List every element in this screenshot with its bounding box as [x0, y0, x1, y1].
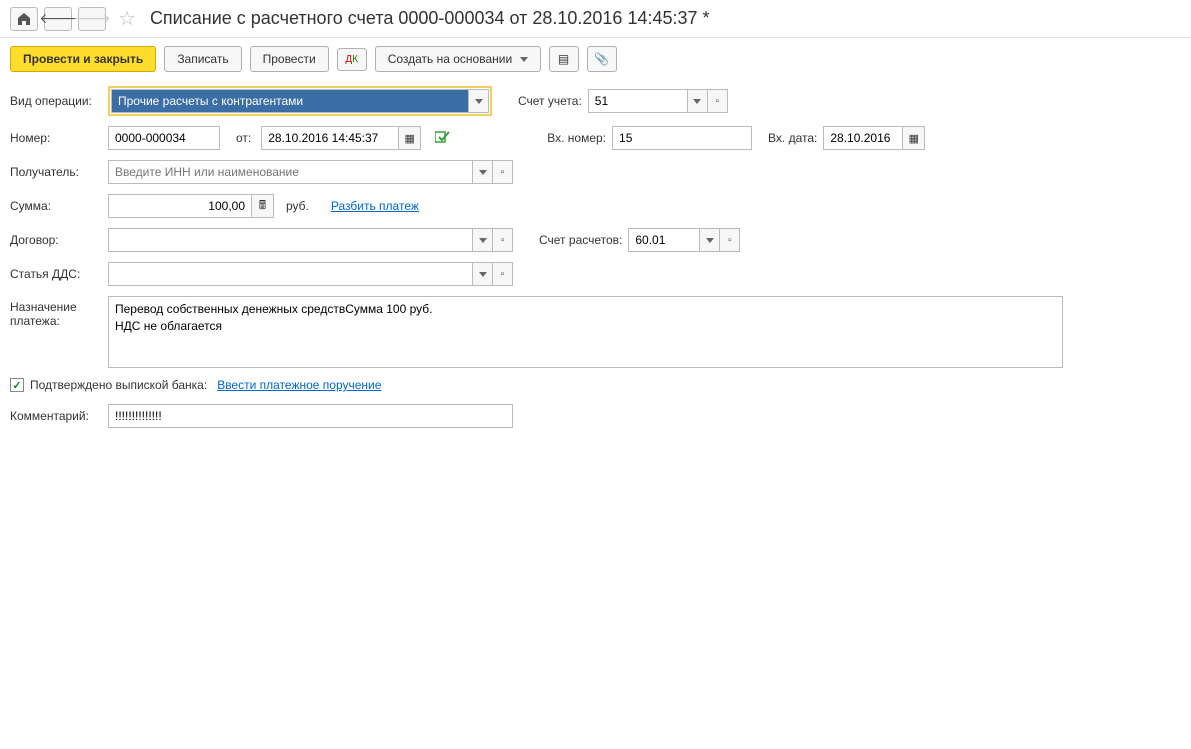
- account-input[interactable]: [588, 89, 688, 113]
- recipient-label: Получатель:: [10, 165, 102, 179]
- settlement-account-label: Счет расчетов:: [539, 233, 622, 247]
- calendar-icon: ▦: [909, 132, 919, 145]
- recipient-input[interactable]: [108, 160, 473, 184]
- operation-type-dropdown[interactable]: [469, 89, 489, 113]
- number-label: Номер:: [10, 131, 102, 145]
- enter-payment-order-link[interactable]: Ввести платежное поручение: [217, 378, 381, 392]
- status-check-icon: [435, 130, 451, 147]
- amount-input[interactable]: [108, 194, 252, 218]
- payment-purpose-textarea[interactable]: [108, 296, 1063, 368]
- recipient-open[interactable]: ▫: [493, 160, 513, 184]
- settlement-account-dropdown[interactable]: [700, 228, 720, 252]
- comment-label: Комментарий:: [10, 409, 102, 423]
- operation-type-label: Вид операции:: [10, 94, 102, 108]
- incoming-date-input[interactable]: [823, 126, 903, 150]
- report-button[interactable]: ▤: [549, 46, 579, 72]
- attachment-button[interactable]: 📎: [587, 46, 617, 72]
- settlement-account-input[interactable]: [628, 228, 700, 252]
- number-input[interactable]: [108, 126, 220, 150]
- dds-article-label: Статья ДДС:: [10, 267, 102, 281]
- account-label: Счет учета:: [518, 94, 582, 108]
- dds-article-dropdown[interactable]: [473, 262, 493, 286]
- incoming-number-label: Вх. номер:: [547, 131, 606, 145]
- recipient-dropdown[interactable]: [473, 160, 493, 184]
- post-and-close-button[interactable]: Провести и закрыть: [10, 46, 156, 72]
- dtkt-icon: ДК: [345, 54, 358, 65]
- chevron-down-icon: [479, 170, 487, 175]
- page-title: Списание с расчетного счета 0000-000034 …: [150, 8, 710, 29]
- amount-calculator[interactable]: 🖩: [252, 194, 274, 218]
- home-icon: [17, 12, 31, 26]
- incoming-number-input[interactable]: [612, 126, 752, 150]
- save-button[interactable]: Записать: [164, 46, 241, 72]
- settlement-account-open[interactable]: ▫: [720, 228, 740, 252]
- account-open[interactable]: ▫: [708, 89, 728, 113]
- payment-purpose-label: Назначение платежа:: [10, 296, 102, 328]
- chevron-down-icon: [520, 57, 528, 62]
- contract-label: Договор:: [10, 233, 102, 247]
- forward-button[interactable]: 🡒: [78, 7, 106, 31]
- dds-article-input[interactable]: [108, 262, 473, 286]
- confirmed-by-bank-checkbox[interactable]: [10, 378, 24, 392]
- dds-article-open[interactable]: ▫: [493, 262, 513, 286]
- amount-label: Сумма:: [10, 199, 102, 213]
- chevron-down-icon: [479, 272, 487, 277]
- debit-credit-button[interactable]: ДК: [337, 48, 367, 71]
- back-button[interactable]: 🡐: [44, 7, 72, 31]
- date-calendar[interactable]: ▦: [399, 126, 421, 150]
- contract-open[interactable]: ▫: [493, 228, 513, 252]
- incoming-date-label: Вх. дата:: [768, 131, 817, 145]
- split-payment-link[interactable]: Разбить платеж: [331, 199, 419, 213]
- contract-dropdown[interactable]: [473, 228, 493, 252]
- report-icon: ▤: [558, 52, 569, 66]
- confirmed-by-bank-label: Подтверждено выпиской банка:: [30, 378, 207, 392]
- chevron-down-icon: [693, 99, 701, 104]
- date-input[interactable]: [261, 126, 399, 150]
- account-dropdown[interactable]: [688, 89, 708, 113]
- chevron-down-icon: [475, 99, 483, 104]
- chevron-down-icon: [706, 238, 714, 243]
- favorite-star-icon[interactable]: ☆: [118, 6, 136, 31]
- chevron-down-icon: [479, 238, 487, 243]
- operation-type-input[interactable]: [111, 89, 469, 113]
- post-button[interactable]: Провести: [250, 46, 329, 72]
- home-button[interactable]: [10, 7, 38, 31]
- incoming-date-calendar[interactable]: ▦: [903, 126, 925, 150]
- from-label: от:: [236, 131, 251, 145]
- calendar-icon: ▦: [405, 132, 415, 145]
- calculator-icon: 🖩: [259, 196, 266, 217]
- contract-input[interactable]: [108, 228, 473, 252]
- paperclip-icon: 📎: [594, 52, 609, 66]
- currency-label: руб.: [286, 199, 309, 213]
- comment-input[interactable]: [108, 404, 513, 428]
- create-based-on-button[interactable]: Создать на основании: [375, 46, 541, 72]
